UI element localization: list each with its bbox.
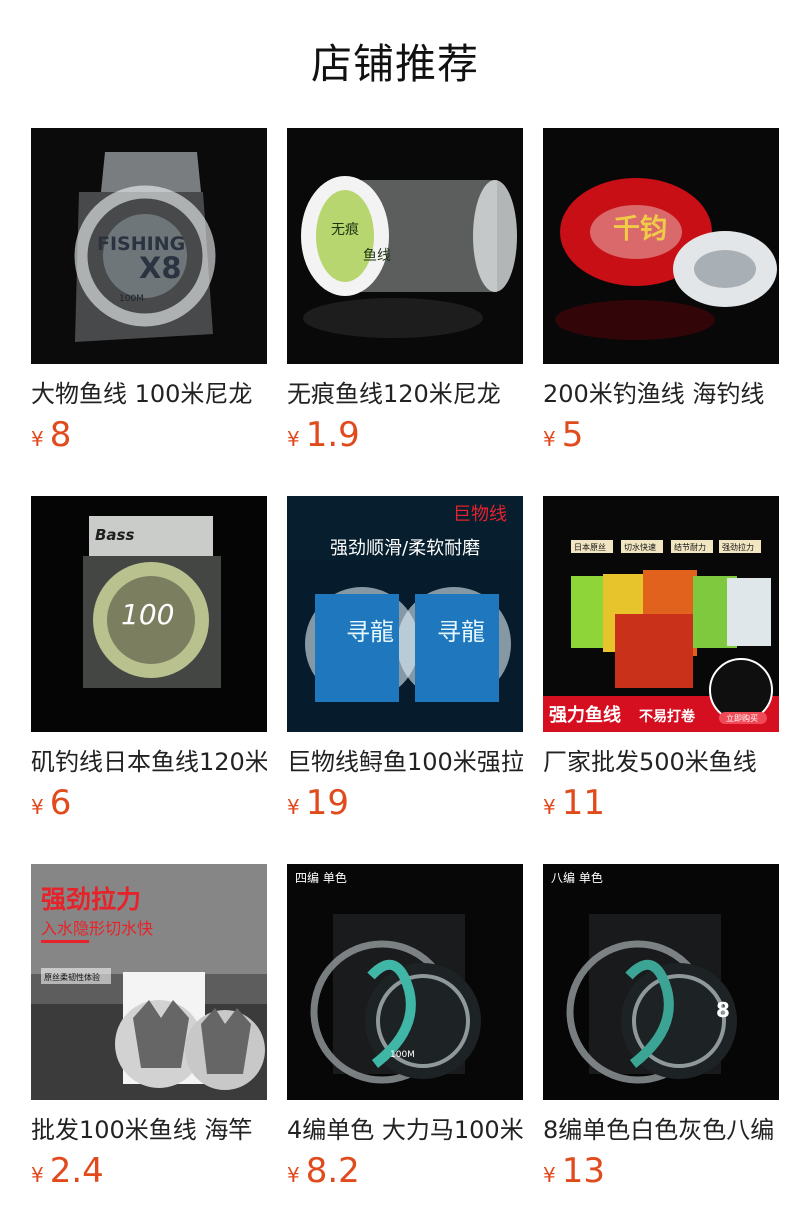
price-value: 1.9 — [305, 415, 360, 455]
image-text-2-1: 无痕 — [331, 222, 359, 238]
price-row: ¥13 — [543, 1151, 779, 1191]
product-card-7[interactable]: 强劲拉力 入水隐形切水快 原丝柔韧性体验 批发100米鱼线 海竿 ¥2.4 — [31, 864, 267, 1194]
product-title[interactable]: 200米钓渔线 海钓线 — [543, 377, 779, 411]
price-value: 19 — [305, 783, 349, 823]
four-strand-fishing-line-image: 四编 单色 100M — [287, 864, 523, 1100]
dragon-fishing-line-image: 巨物线 强劲顺滑/柔软耐磨 寻龍 寻龍 — [287, 496, 523, 732]
price-row: ¥2.4 — [31, 1151, 267, 1191]
product-card-8[interactable]: 四编 单色 100M 4编单色 大力马100米 ¥8.2 — [287, 864, 523, 1194]
wolf-fishing-line-image: 强劲拉力 入水隐形切水快 原丝柔韧性体验 — [31, 864, 267, 1100]
image-text-6-4: 强劲拉力 — [722, 542, 754, 552]
image-text-5-2: 强劲顺滑/柔软耐磨 — [330, 538, 480, 559]
image-text-8-1: 四编 单色 — [295, 870, 347, 885]
product-title[interactable]: 4编单色 大力马100米 — [287, 1113, 523, 1147]
image-text-8-2: 100M — [390, 1050, 415, 1060]
price-value: 6 — [49, 783, 72, 823]
image-text-7-1: 强劲拉力 — [41, 885, 141, 914]
image-text-6-1: 日本原丝 — [574, 542, 606, 552]
product-card-1[interactable]: FISHING X8 100M 大物鱼线 100米尼龙 ¥8 — [31, 128, 267, 458]
price-row: ¥1.9 — [287, 415, 523, 455]
product-image-6[interactable]: 日本原丝 切水快速 结节耐力 强劲拉力 强力鱼线 不易打卷 立即购买 — [543, 496, 779, 732]
image-text-6-5: 强力鱼线 — [549, 704, 621, 726]
price-row: ¥11 — [543, 783, 779, 823]
product-image-8[interactable]: 四编 单色 100M — [287, 864, 523, 1100]
image-text-9-1: 八编 单色 — [551, 870, 603, 885]
product-image-4[interactable]: Bass 100 — [31, 496, 267, 732]
currency-symbol: ¥ — [287, 795, 300, 819]
product-image-5[interactable]: 巨物线 强劲顺滑/柔软耐磨 寻龍 寻龍 — [287, 496, 523, 732]
image-text-6-3: 结节耐力 — [674, 542, 706, 552]
product-card-4[interactable]: Bass 100 矶钓线日本鱼线120米 ¥6 — [31, 496, 267, 826]
fishing-line-box-image: FISHING X8 100M — [31, 128, 267, 364]
price-value: 8 — [49, 415, 72, 455]
product-card-2[interactable]: 无痕 鱼线 无痕鱼线120米尼龙 ¥1.9 — [287, 128, 523, 458]
product-image-3[interactable]: 千钧 — [543, 128, 779, 364]
product-title[interactable]: 巨物线鲟鱼100米强拉力 — [287, 745, 523, 779]
price-row: ¥6 — [31, 783, 267, 823]
product-title[interactable]: 大物鱼线 100米尼龙 — [31, 377, 267, 411]
store-recommendations-page: 店铺推荐 FISHING X8 100M 大物鱼线 100米尼龙 ¥8 无痕 鱼… — [0, 0, 790, 1232]
image-text-1-3: 100M — [119, 294, 144, 304]
bass-fishing-line-image: Bass 100 — [31, 496, 267, 732]
image-text-6-7: 立即购买 — [726, 713, 758, 723]
currency-symbol: ¥ — [543, 1163, 556, 1187]
product-image-9[interactable]: 八编 单色 8 — [543, 864, 779, 1100]
product-card-3[interactable]: 千钧 200米钓渔线 海钓线 ¥5 — [543, 128, 779, 458]
product-card-6[interactable]: 日本原丝 切水快速 结节耐力 强劲拉力 强力鱼线 不易打卷 立即购买 厂家批发5… — [543, 496, 779, 826]
product-card-9[interactable]: 八编 单色 8 8编单色白色灰色八编 ¥13 — [543, 864, 779, 1194]
price-value: 5 — [561, 415, 584, 455]
image-text-1-2: X8 — [139, 251, 182, 285]
price-row: ¥8.2 — [287, 1151, 523, 1191]
image-text-4-2: 100 — [121, 598, 174, 631]
page-title: 店铺推荐 — [311, 40, 479, 88]
product-image-2[interactable]: 无痕 鱼线 — [287, 128, 523, 364]
image-text-5-3: 寻龍 — [346, 618, 394, 646]
price-value: 13 — [561, 1151, 605, 1191]
fishing-line-spools-image: 无痕 鱼线 — [287, 128, 523, 364]
product-title[interactable]: 批发100米鱼线 海竿 — [31, 1113, 267, 1147]
price-row: ¥8 — [31, 415, 267, 455]
image-text-7-2: 入水隐形切水快 — [41, 919, 153, 938]
currency-symbol: ¥ — [543, 427, 556, 451]
price-value: 11 — [561, 783, 605, 823]
product-title[interactable]: 厂家批发500米鱼线 — [543, 745, 779, 779]
product-image-1[interactable]: FISHING X8 100M — [31, 128, 267, 364]
product-title[interactable]: 无痕鱼线120米尼龙 — [287, 377, 523, 411]
currency-symbol: ¥ — [31, 427, 44, 451]
image-text-5-1: 巨物线 — [453, 504, 507, 525]
currency-symbol: ¥ — [31, 1163, 44, 1187]
product-image-7[interactable]: 强劲拉力 入水隐形切水快 原丝柔韧性体验 — [31, 864, 267, 1100]
image-text-7-3: 原丝柔韧性体验 — [44, 972, 100, 982]
product-title[interactable]: 矶钓线日本鱼线120米 — [31, 745, 267, 779]
product-card-5[interactable]: 巨物线 强劲顺滑/柔软耐磨 寻龍 寻龍 巨物线鲟鱼100米强拉力 ¥19 — [287, 496, 523, 826]
image-text-6-2: 切水快速 — [624, 542, 656, 552]
image-text-6-6: 不易打卷 — [639, 708, 696, 725]
price-value: 8.2 — [305, 1151, 360, 1191]
price-row: ¥19 — [287, 783, 523, 823]
image-text-2-2: 鱼线 — [363, 247, 391, 264]
currency-symbol: ¥ — [543, 795, 556, 819]
price-row: ¥5 — [543, 415, 779, 455]
currency-symbol: ¥ — [287, 427, 300, 451]
image-text-5-4: 寻龍 — [437, 618, 485, 646]
colorful-fishing-lines-image: 日本原丝 切水快速 结节耐力 强劲拉力 强力鱼线 不易打卷 立即购买 — [543, 496, 779, 732]
image-text-9-2: 8 — [716, 998, 730, 1022]
price-value: 2.4 — [49, 1151, 104, 1191]
eight-strand-fishing-line-image: 八编 单色 8 — [543, 864, 779, 1100]
currency-symbol: ¥ — [31, 795, 44, 819]
product-title[interactable]: 8编单色白色灰色八编 — [543, 1113, 779, 1147]
red-fishing-line-image: 千钧 — [543, 128, 779, 364]
image-text-4-1: Bass — [95, 526, 134, 544]
currency-symbol: ¥ — [287, 1163, 300, 1187]
image-text-3-1: 千钧 — [613, 214, 667, 245]
